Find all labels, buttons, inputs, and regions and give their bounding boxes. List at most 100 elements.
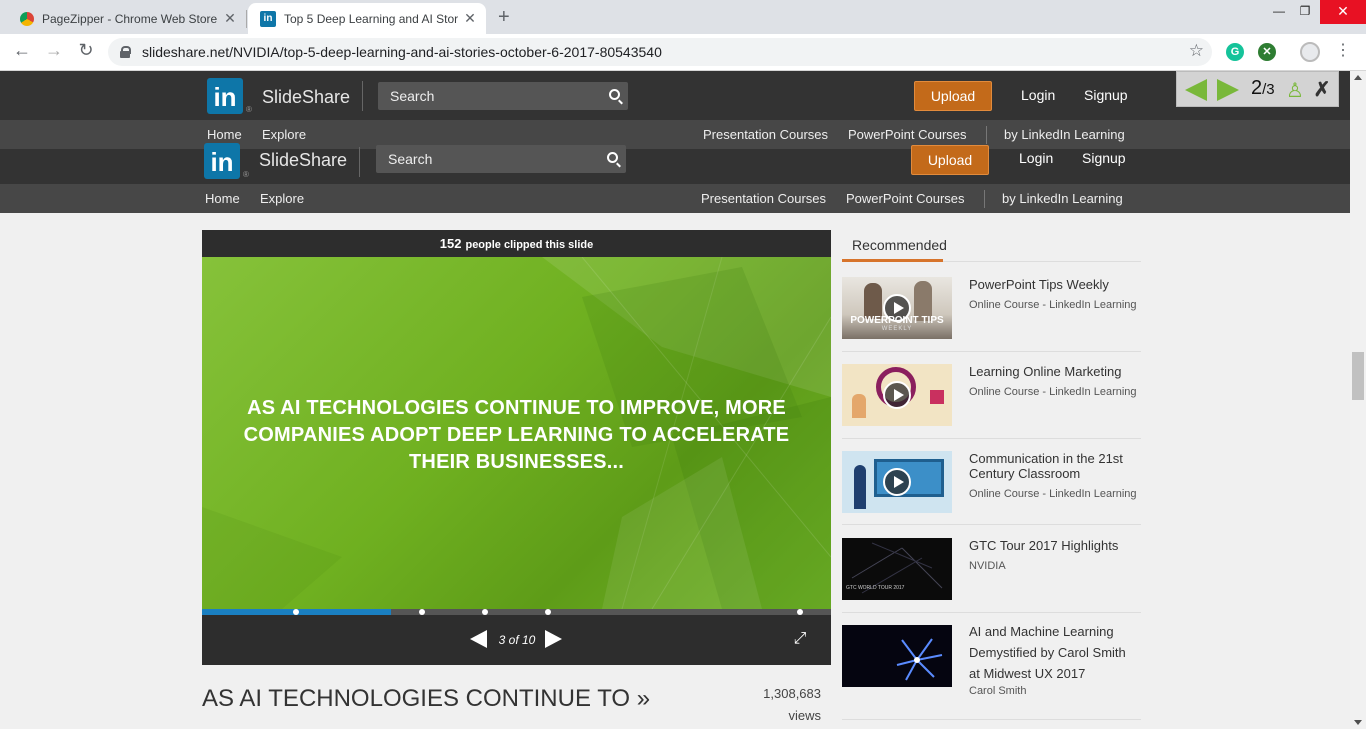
slideshare-wordmark[interactable]: SlideShare <box>262 87 350 108</box>
upload-button[interactable]: Upload <box>914 81 992 111</box>
scrollbar-thumb[interactable] <box>1352 352 1364 400</box>
recommended-item[interactable]: Learning Online Marketing Online Course … <box>842 351 1141 439</box>
recommended-heading: Recommended <box>842 230 947 262</box>
recommended-title[interactable]: AI and Machine Learning Demystified by C… <box>969 621 1139 684</box>
view-count: 1,308,683 views <box>700 683 821 727</box>
recommended-title[interactable]: Learning Online Marketing <box>969 364 1139 379</box>
subnav-divider <box>986 126 987 144</box>
linkedin-logo[interactable]: in <box>204 143 240 179</box>
nav-home[interactable]: Home <box>205 191 240 206</box>
search-icon[interactable] <box>609 89 620 100</box>
tab-slideshare[interactable]: in Top 5 Deep Learning and AI Stor ✕ <box>248 3 486 34</box>
profile-avatar[interactable] <box>1300 42 1320 62</box>
clip-count: 152 <box>439 236 462 251</box>
fullscreen-icon[interactable]: ⤢ <box>792 631 808 647</box>
pagezipper-toolbar: 2/3 ♙ ✗ <box>1176 71 1339 107</box>
scroll-down-icon[interactable] <box>1354 720 1362 725</box>
recommended-tab[interactable]: Recommended <box>842 230 1141 262</box>
tab-title: Top 5 Deep Learning and AI Stor <box>284 11 459 26</box>
recommended-item[interactable]: AI and Machine Learning Demystified by C… <box>842 612 1141 720</box>
login-link[interactable]: Login <box>1021 87 1055 103</box>
slide-controls: 3 of 10 ⤢ <box>202 615 831 665</box>
nav-powerpoint-courses[interactable]: PowerPoint Courses <box>846 191 965 206</box>
recommended-item[interactable]: Communication in the 21st Century Classr… <box>842 438 1141 525</box>
extension-x-icon[interactable]: ✕ <box>1258 43 1276 61</box>
pagezipper-close-icon[interactable]: ✗ <box>1311 77 1333 101</box>
subnav-divider <box>984 190 985 208</box>
tab-separator <box>246 10 247 28</box>
header-divider <box>362 81 363 111</box>
play-icon[interactable] <box>883 468 911 496</box>
grammarly-icon[interactable]: G <box>1226 43 1244 61</box>
recommended-title[interactable]: GTC Tour 2017 Highlights <box>969 538 1139 553</box>
tab-close-icon[interactable]: ✕ <box>460 10 480 27</box>
view-count-label: views <box>788 708 821 723</box>
recommended-thumbnail[interactable]: GTC WORLD TOUR 2017 <box>842 538 952 600</box>
reload-icon[interactable]: ↻ <box>74 40 98 61</box>
recommended-thumbnail[interactable]: POWERPOINT TIPS WEEKLY <box>842 277 952 339</box>
search-placeholder: Search <box>388 151 433 167</box>
previous-slide-icon[interactable] <box>470 630 487 648</box>
chrome-web-store-icon <box>20 11 34 26</box>
search-input[interactable]: Search <box>376 145 626 173</box>
nav-linkedin-learning[interactable]: by LinkedIn Learning <box>1004 127 1125 142</box>
forward-icon[interactable]: → <box>42 40 66 61</box>
nav-presentation-courses[interactable]: Presentation Courses <box>703 127 828 142</box>
lock-icon <box>120 46 131 58</box>
recommended-thumbnail[interactable] <box>842 625 952 687</box>
recommended-item[interactable]: POWERPOINT TIPS WEEKLY PowerPoint Tips W… <box>842 264 1141 352</box>
header-divider <box>359 147 360 177</box>
scroll-up-icon[interactable] <box>1354 75 1362 80</box>
nav-explore[interactable]: Explore <box>262 127 306 142</box>
slide-title[interactable]: AS AI TECHNOLOGIES CONTINUE TO » <box>202 685 650 713</box>
tab-title: PageZipper - Chrome Web Store <box>42 11 218 26</box>
tab-pagezipper[interactable]: PageZipper - Chrome Web Store ✕ <box>8 3 246 34</box>
login-link[interactable]: Login <box>1019 150 1053 166</box>
slide-player: 152 people clipped this slide AS AI TECHN… <box>202 230 831 665</box>
recommended-item[interactable]: GTC WORLD TOUR 2017 GTC Tour 2017 Highli… <box>842 525 1141 613</box>
restore-icon[interactable]: ❐ <box>1292 0 1318 24</box>
nav-linkedin-learning[interactable]: by LinkedIn Learning <box>1002 191 1123 206</box>
browser-tab-strip: PageZipper - Chrome Web Store ✕ in Top 5… <box>0 0 1366 34</box>
recommended-title[interactable]: PowerPoint Tips Weekly <box>969 277 1139 292</box>
slide-image[interactable]: AS AI TECHNOLOGIES CONTINUE TO IMPROVE, … <box>202 257 831 609</box>
pagezipper-next-icon[interactable] <box>1217 79 1239 101</box>
nav-powerpoint-courses[interactable]: PowerPoint Courses <box>848 127 967 142</box>
tab-close-icon[interactable]: ✕ <box>220 10 240 27</box>
slideshare-header: in ® SlideShare Search Upload Login Sign… <box>0 71 1350 120</box>
chrome-menu-icon[interactable]: ⋮ <box>1335 40 1351 60</box>
url-bar[interactable]: slideshare.net/NVIDIA/top-5-deep-learnin… <box>108 38 1212 66</box>
pagezipper-zip-icon[interactable]: ♙ <box>1285 78 1305 102</box>
new-tab-icon[interactable]: + <box>498 6 510 29</box>
next-slide-icon[interactable] <box>545 630 562 648</box>
recommended-title[interactable]: Communication in the 21st Century Classr… <box>969 451 1139 481</box>
slideshare-wordmark[interactable]: SlideShare <box>259 150 347 171</box>
linkedin-icon: in <box>260 10 276 27</box>
pagezipper-page-count: 2/3 <box>1251 77 1275 99</box>
signup-link[interactable]: Signup <box>1082 150 1126 166</box>
bookmark-star-icon[interactable]: ☆ <box>1189 41 1204 61</box>
nav-presentation-courses[interactable]: Presentation Courses <box>701 191 826 206</box>
address-toolbar: ← → ↻ slideshare.net/NVIDIA/top-5-deep-l… <box>0 34 1366 71</box>
upload-button[interactable]: Upload <box>911 145 989 175</box>
recommended-thumbnail[interactable] <box>842 364 952 426</box>
registered-mark: ® <box>243 170 249 179</box>
slideshare-subnav-page: Home Explore Presentation Courses PowerP… <box>0 184 1350 213</box>
back-icon[interactable]: ← <box>10 40 34 61</box>
slideshare-header-page: in ® SlideShare Search Upload Login Sign… <box>0 143 1350 184</box>
search-input[interactable]: Search <box>378 82 628 110</box>
signup-link[interactable]: Signup <box>1084 87 1128 103</box>
nav-home[interactable]: Home <box>207 127 242 142</box>
search-placeholder: Search <box>390 88 435 104</box>
clip-count-bar[interactable]: 152 people clipped this slide <box>202 230 831 257</box>
window-close-icon[interactable]: ✕ <box>1320 0 1366 24</box>
page-scrollbar[interactable] <box>1350 71 1366 729</box>
recommended-thumbnail[interactable] <box>842 451 952 513</box>
pagezipper-prev-icon[interactable] <box>1185 79 1207 101</box>
minimize-icon[interactable]: — <box>1266 0 1292 24</box>
search-icon[interactable] <box>607 152 618 163</box>
nav-explore[interactable]: Explore <box>260 191 304 206</box>
play-icon[interactable] <box>883 381 911 409</box>
linkedin-logo[interactable]: in <box>207 78 243 114</box>
clip-text: people clipped this slide <box>465 239 594 251</box>
